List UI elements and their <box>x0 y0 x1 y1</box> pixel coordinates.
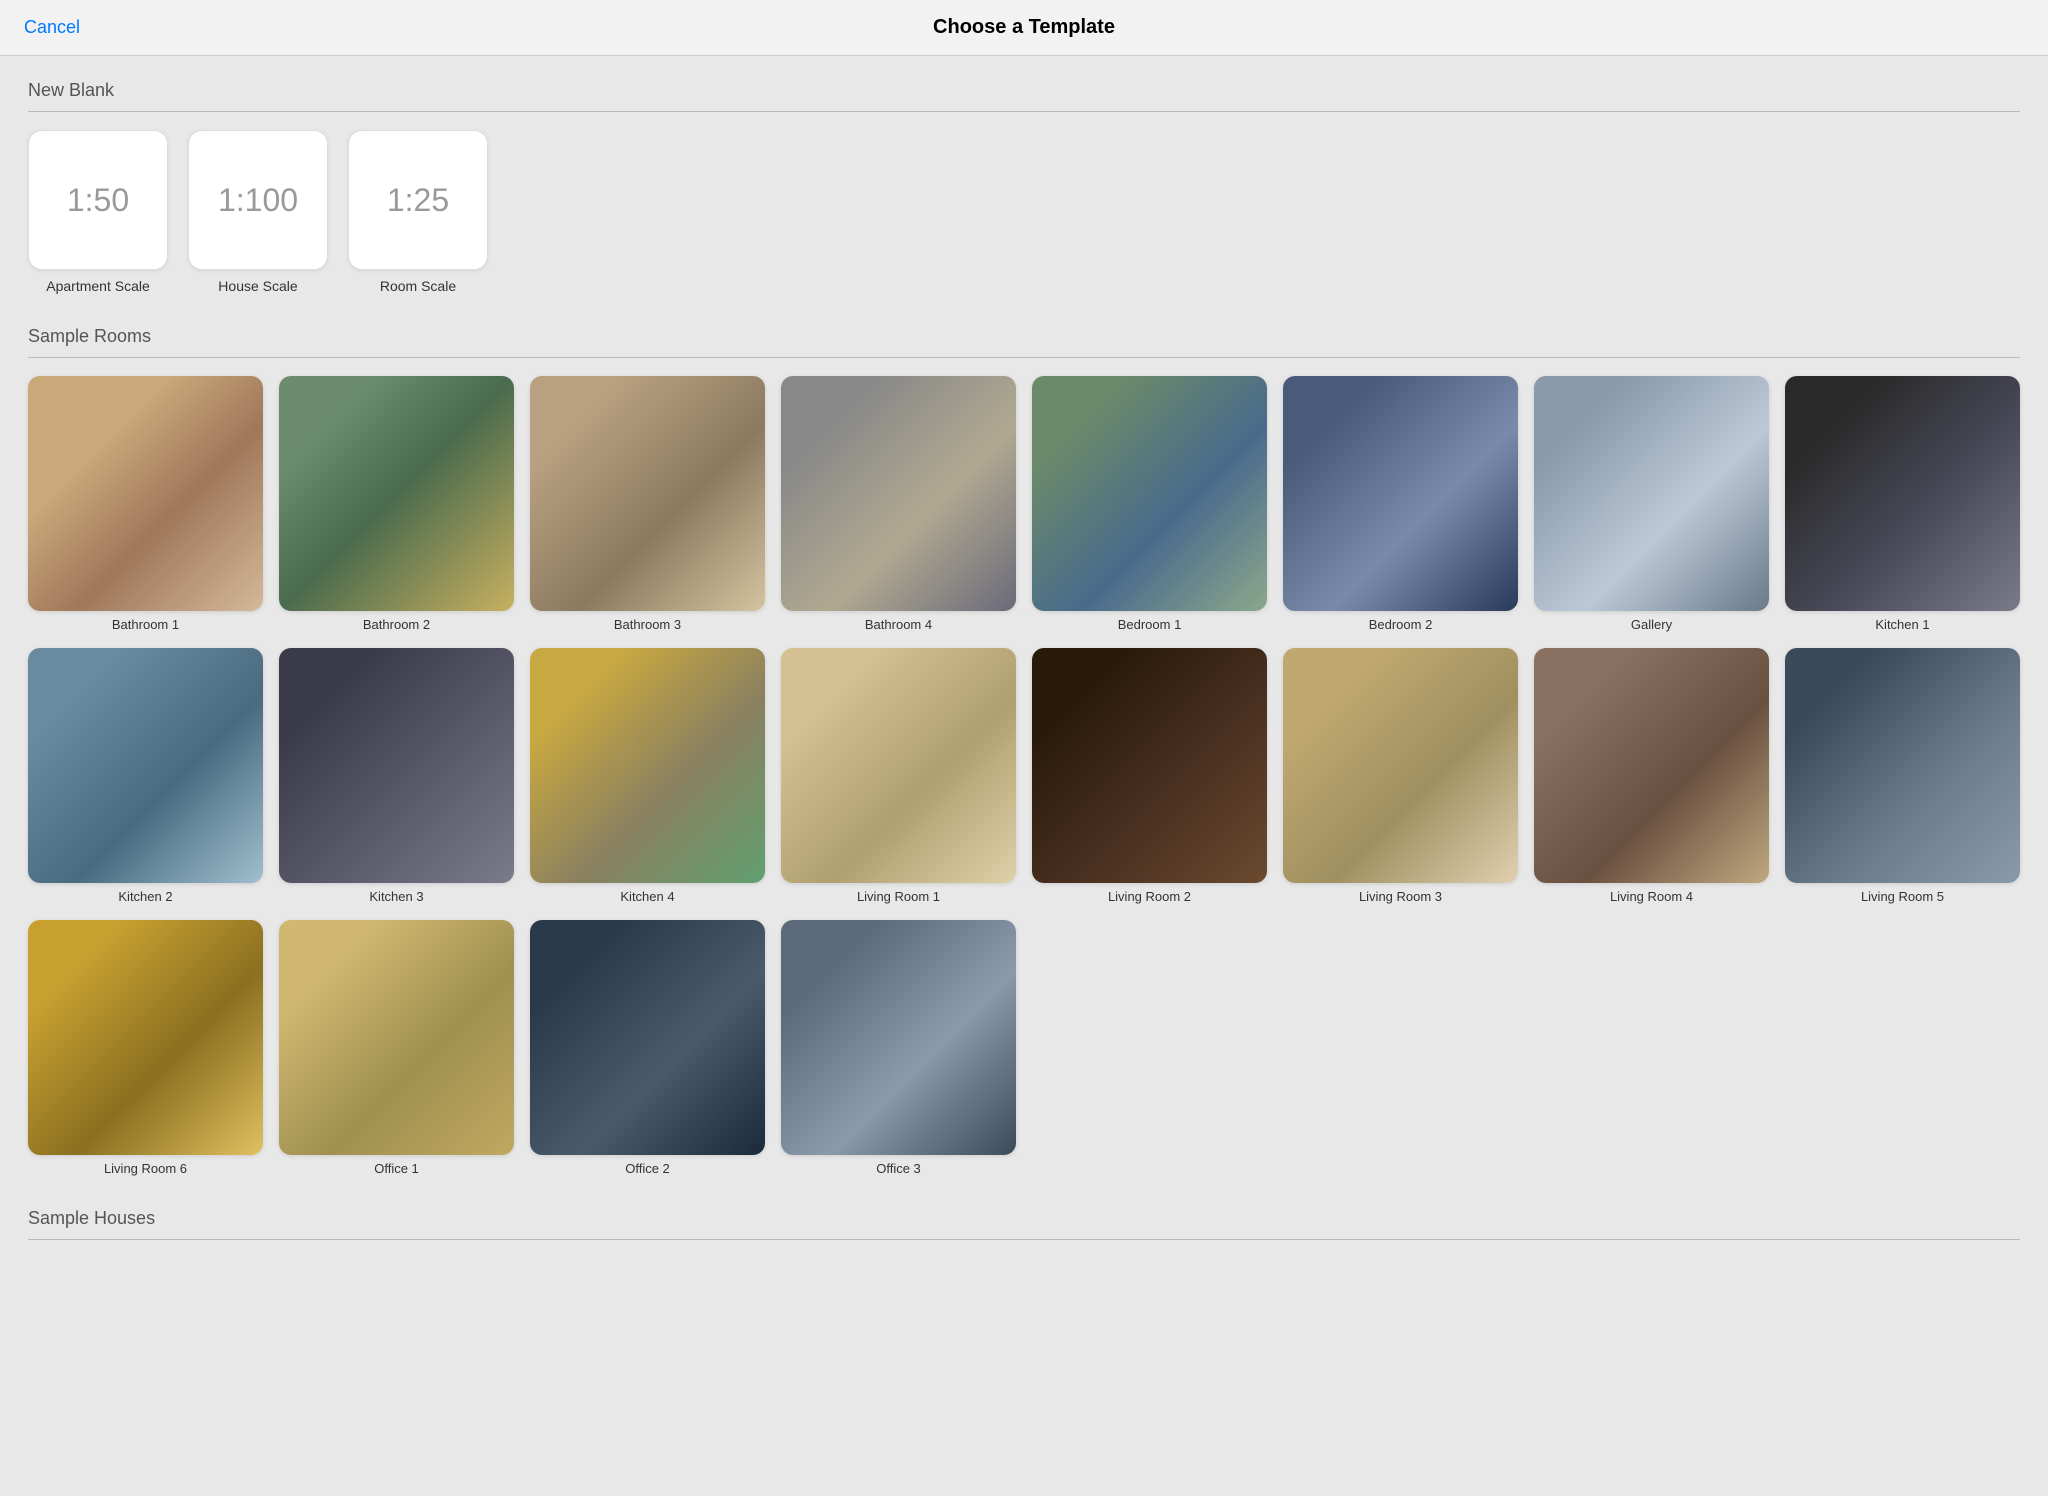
room-item-living3[interactable]: Living Room 3 <box>1283 648 1518 904</box>
room-thumb-bathroom3 <box>530 376 765 611</box>
room-label-kitchen1: Kitchen 1 <box>1875 617 1929 632</box>
room-label-living4: Living Room 4 <box>1610 889 1693 904</box>
room-label-living5: Living Room 5 <box>1861 889 1944 904</box>
room-thumb-kitchen3 <box>279 648 514 883</box>
room-item-office1[interactable]: Office 1 <box>279 920 514 1176</box>
cancel-button[interactable]: Cancel <box>24 17 80 38</box>
rooms-grid: Bathroom 1 Bathroom 2 Bathroom 3 Bathroo… <box>28 376 2020 1176</box>
room-label-living2: Living Room 2 <box>1108 889 1191 904</box>
new-blank-divider <box>28 111 2020 112</box>
room-thumb-living2 <box>1032 648 1267 883</box>
blank-scale-house-scale: 1:100 <box>218 182 298 219</box>
blank-item-room-scale[interactable]: 1:25 Room Scale <box>348 130 488 294</box>
room-thumb-living5 <box>1785 648 2020 883</box>
page-title: Choose a Template <box>933 16 1115 39</box>
room-item-bathroom4[interactable]: Bathroom 4 <box>781 376 1016 632</box>
room-label-bathroom4: Bathroom 4 <box>865 617 932 632</box>
room-label-office1: Office 1 <box>374 1161 419 1176</box>
room-thumb-kitchen4 <box>530 648 765 883</box>
room-item-living2[interactable]: Living Room 2 <box>1032 648 1267 904</box>
content: New Blank 1:50 Apartment Scale 1:100 Hou… <box>0 56 2048 1282</box>
blank-scale-room-scale: 1:25 <box>387 182 449 219</box>
room-thumb-living4 <box>1534 648 1769 883</box>
sample-houses-title: Sample Houses <box>28 1208 2020 1229</box>
blank-items-container: 1:50 Apartment Scale 1:100 House Scale 1… <box>28 130 2020 294</box>
room-label-bathroom2: Bathroom 2 <box>363 617 430 632</box>
room-thumb-kitchen1 <box>1785 376 2020 611</box>
blank-scale-apartment-scale: 1:50 <box>67 182 129 219</box>
blank-item-house-scale[interactable]: 1:100 House Scale <box>188 130 328 294</box>
room-label-living6: Living Room 6 <box>104 1161 187 1176</box>
rooms-divider <box>28 357 2020 358</box>
room-thumb-bedroom1 <box>1032 376 1267 611</box>
blank-label-apartment-scale: Apartment Scale <box>46 278 150 294</box>
room-label-office3: Office 3 <box>876 1161 921 1176</box>
new-blank-section: New Blank 1:50 Apartment Scale 1:100 Hou… <box>28 80 2020 294</box>
room-item-living6[interactable]: Living Room 6 <box>28 920 263 1176</box>
room-item-living5[interactable]: Living Room 5 <box>1785 648 2020 904</box>
room-thumb-office3 <box>781 920 1016 1155</box>
room-label-kitchen2: Kitchen 2 <box>118 889 172 904</box>
room-label-bathroom3: Bathroom 3 <box>614 617 681 632</box>
room-label-bathroom1: Bathroom 1 <box>112 617 179 632</box>
room-item-living1[interactable]: Living Room 1 <box>781 648 1016 904</box>
room-label-living1: Living Room 1 <box>857 889 940 904</box>
header: Cancel Choose a Template <box>0 0 2048 56</box>
room-thumb-bathroom1 <box>28 376 263 611</box>
room-item-office2[interactable]: Office 2 <box>530 920 765 1176</box>
room-item-kitchen2[interactable]: Kitchen 2 <box>28 648 263 904</box>
room-thumb-bathroom2 <box>279 376 514 611</box>
room-thumb-office2 <box>530 920 765 1155</box>
room-item-bathroom1[interactable]: Bathroom 1 <box>28 376 263 632</box>
room-thumb-living6 <box>28 920 263 1155</box>
room-thumb-office1 <box>279 920 514 1155</box>
blank-label-house-scale: House Scale <box>218 278 297 294</box>
room-item-kitchen3[interactable]: Kitchen 3 <box>279 648 514 904</box>
room-label-kitchen4: Kitchen 4 <box>620 889 674 904</box>
room-thumb-living1 <box>781 648 1016 883</box>
room-thumb-bathroom4 <box>781 376 1016 611</box>
room-label-kitchen3: Kitchen 3 <box>369 889 423 904</box>
room-item-living4[interactable]: Living Room 4 <box>1534 648 1769 904</box>
room-item-bathroom2[interactable]: Bathroom 2 <box>279 376 514 632</box>
sample-rooms-title: Sample Rooms <box>28 326 2020 347</box>
room-thumb-gallery <box>1534 376 1769 611</box>
sample-rooms-section: Sample Rooms Bathroom 1 Bathroom 2 Bathr… <box>28 326 2020 1176</box>
blank-card-house-scale: 1:100 <box>188 130 328 270</box>
room-item-gallery[interactable]: Gallery <box>1534 376 1769 632</box>
room-label-living3: Living Room 3 <box>1359 889 1442 904</box>
new-blank-title: New Blank <box>28 80 2020 101</box>
blank-card-apartment-scale: 1:50 <box>28 130 168 270</box>
room-item-kitchen1[interactable]: Kitchen 1 <box>1785 376 2020 632</box>
room-item-bedroom2[interactable]: Bedroom 2 <box>1283 376 1518 632</box>
room-label-bedroom1: Bedroom 1 <box>1118 617 1182 632</box>
room-thumb-bedroom2 <box>1283 376 1518 611</box>
room-label-gallery: Gallery <box>1631 617 1672 632</box>
room-label-office2: Office 2 <box>625 1161 670 1176</box>
room-thumb-living3 <box>1283 648 1518 883</box>
room-item-bedroom1[interactable]: Bedroom 1 <box>1032 376 1267 632</box>
room-item-bathroom3[interactable]: Bathroom 3 <box>530 376 765 632</box>
room-thumb-kitchen2 <box>28 648 263 883</box>
room-item-office3[interactable]: Office 3 <box>781 920 1016 1176</box>
room-item-kitchen4[interactable]: Kitchen 4 <box>530 648 765 904</box>
room-label-bedroom2: Bedroom 2 <box>1369 617 1433 632</box>
blank-item-apartment-scale[interactable]: 1:50 Apartment Scale <box>28 130 168 294</box>
houses-divider <box>28 1239 2020 1240</box>
sample-houses-section: Sample Houses <box>28 1208 2020 1240</box>
blank-card-room-scale: 1:25 <box>348 130 488 270</box>
blank-label-room-scale: Room Scale <box>380 278 456 294</box>
